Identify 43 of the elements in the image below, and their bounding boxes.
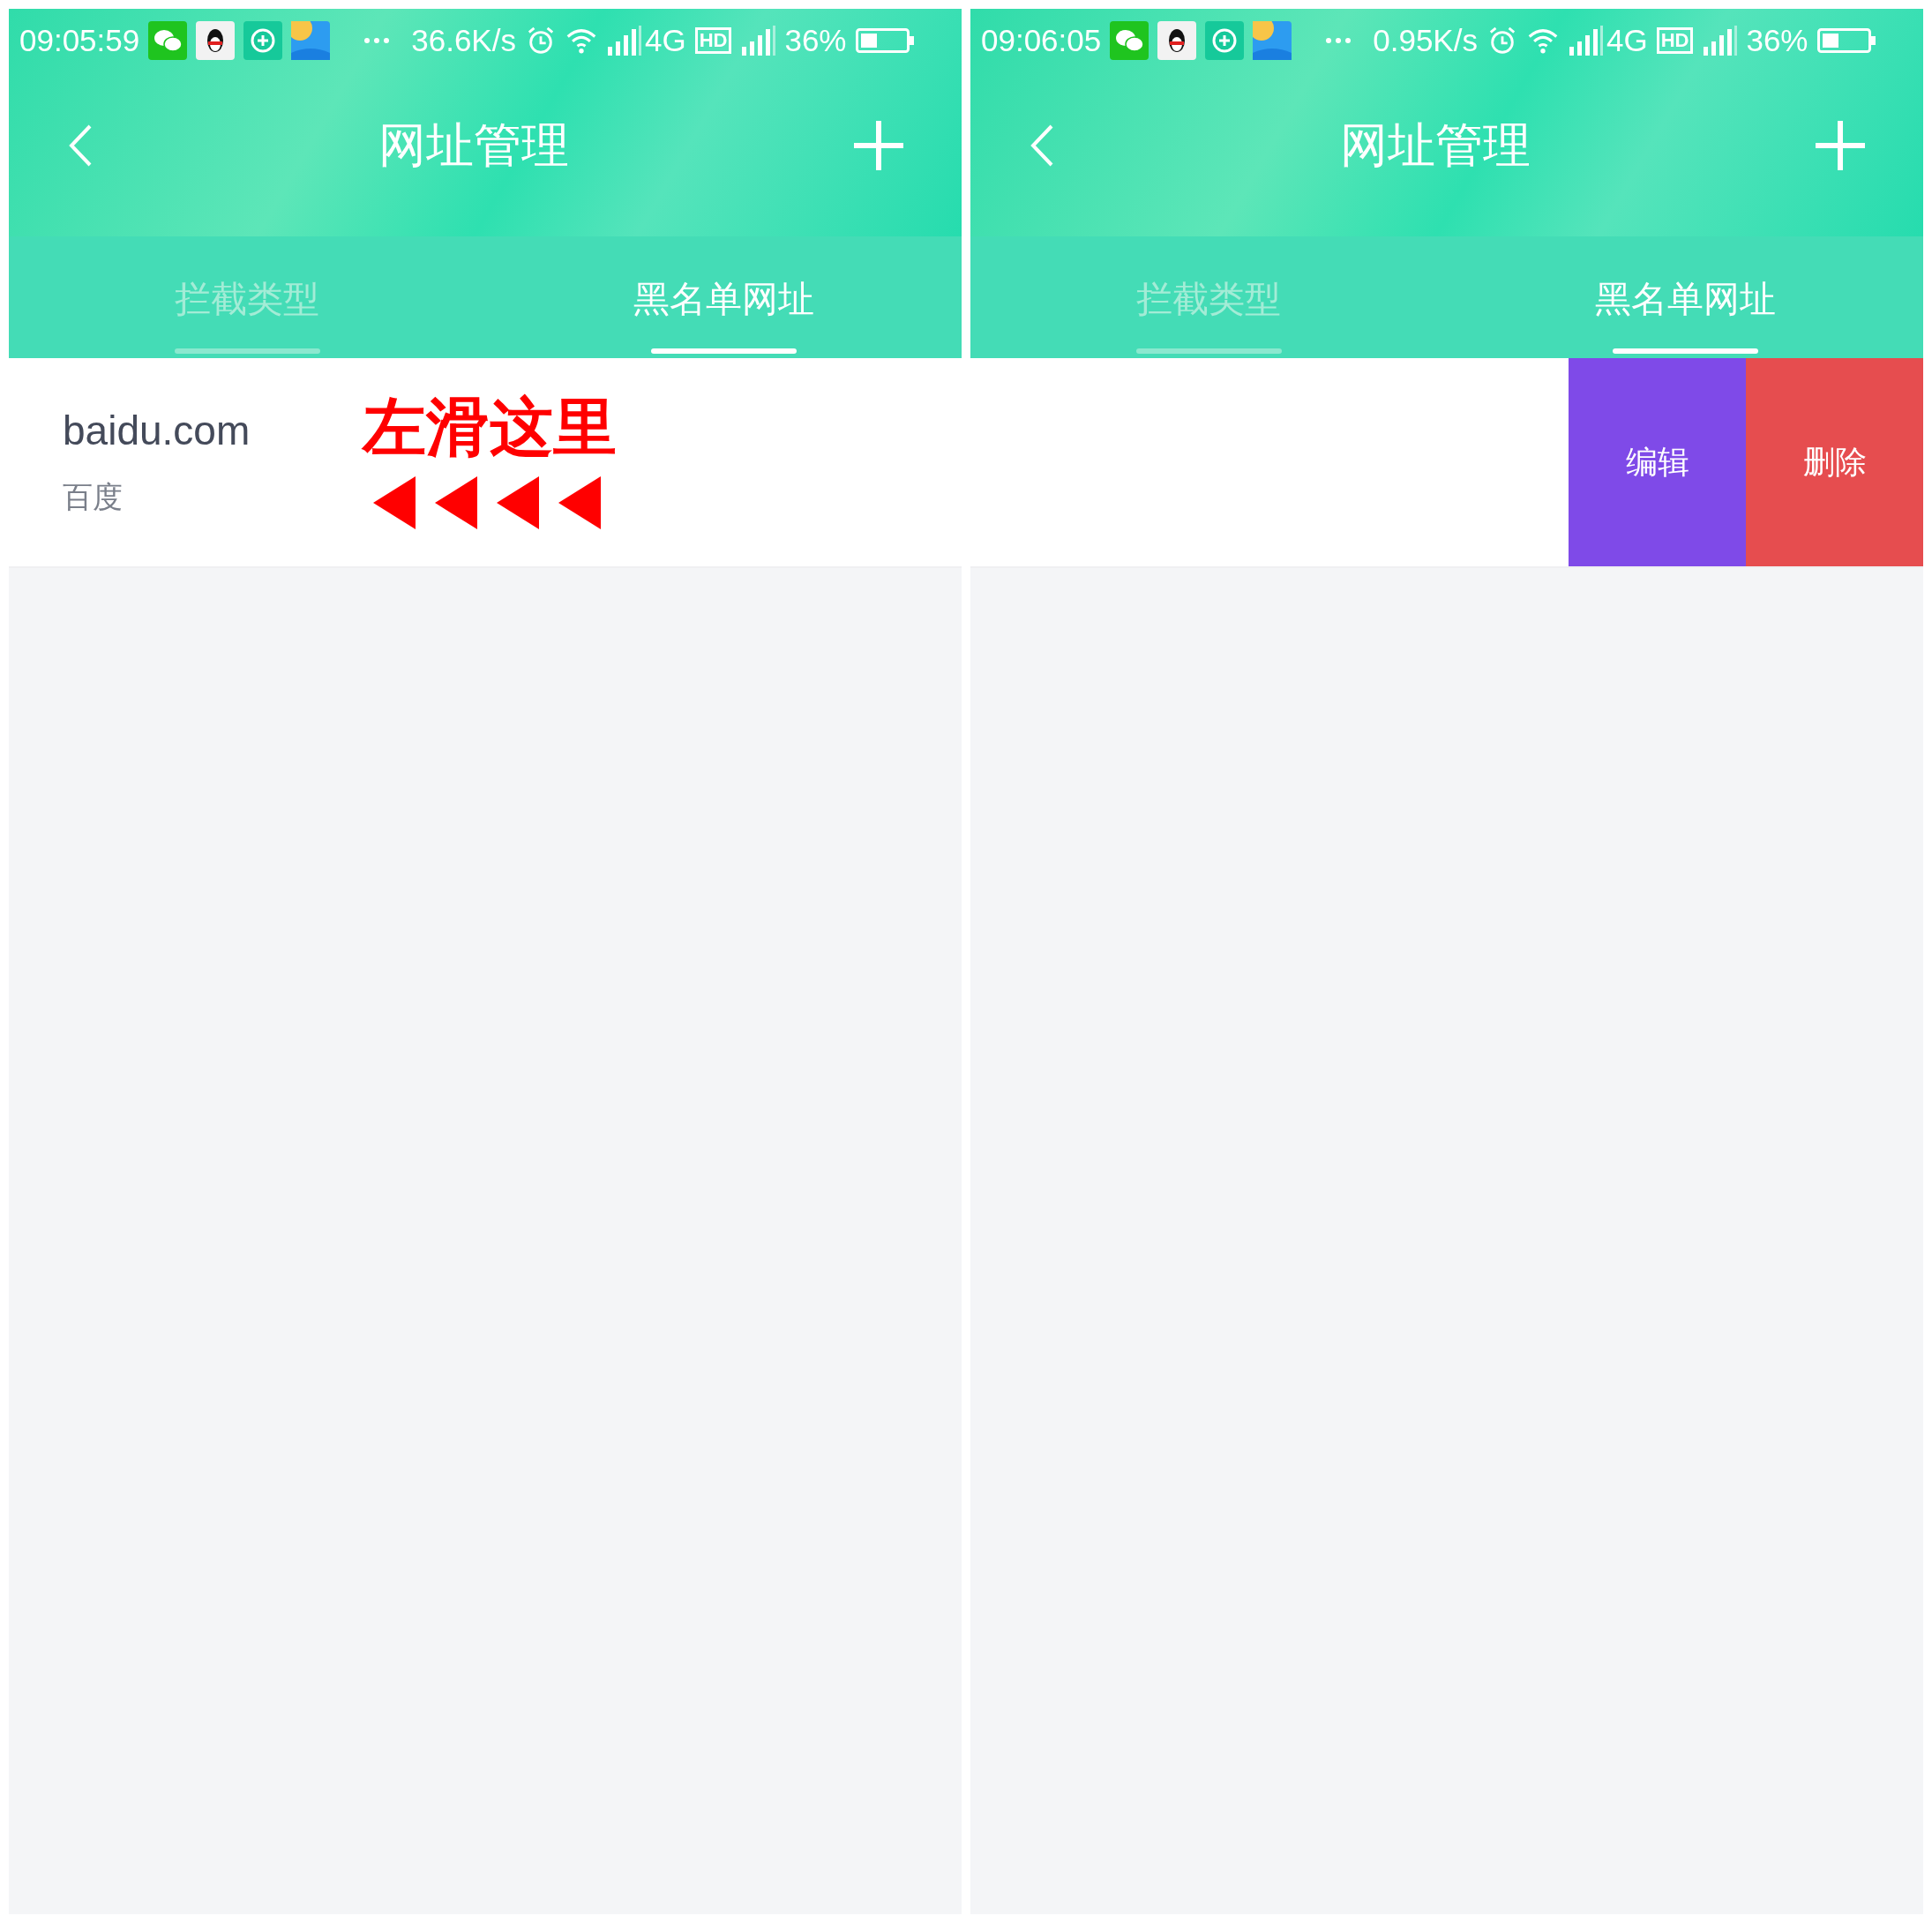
page-title: 网址管理 [378,116,569,175]
hd-badge: HD [694,27,732,54]
signal-icon [740,26,776,56]
penguin-app-icon [196,21,236,60]
hd-badge: HD [1656,27,1694,54]
list-row[interactable]: baidu.com 百度 左滑这里 [9,358,962,568]
add-icon[interactable] [1816,121,1865,170]
back-icon[interactable] [67,123,94,168]
edit-button[interactable]: 编辑 [1569,358,1746,566]
battery-icon [1816,28,1876,53]
status-time: 09:06:05 [981,23,1102,58]
battery-icon [855,28,914,53]
battery-percent: 36% [1746,23,1808,58]
plus-circle-app-icon [243,21,283,60]
add-icon[interactable] [854,121,903,170]
left-arrow-icon [435,476,477,529]
battery-percent: 36% [784,23,847,58]
list-row[interactable]: 编辑 删除 [970,358,1923,568]
plus-circle-app-icon [1205,21,1245,60]
chat-app-icon [148,21,188,60]
signal-icon [1567,26,1603,56]
signal-icon [1702,26,1738,56]
left-arrow-icon [558,476,601,529]
weather-app-icon [291,21,331,60]
penguin-app-icon [1157,21,1197,60]
delete-button[interactable]: 删除 [1746,358,1923,566]
page-title: 网址管理 [1340,116,1531,175]
network-type: 4G [1606,23,1648,58]
swipe-hint-text: 左滑这里 [363,395,617,459]
left-arrow-icon [497,476,539,529]
chat-app-icon [1110,21,1149,60]
back-icon[interactable] [1029,123,1055,168]
status-time: 09:05:59 [19,23,140,58]
more-icon [363,37,391,44]
more-icon [1325,37,1352,44]
weather-app-icon [1253,21,1292,60]
site-domain: baidu.com [63,407,251,454]
left-arrow-icon [373,476,416,529]
network-speed: 0.95K/s [1373,23,1478,58]
site-name: 百度 [63,478,124,516]
network-speed: 36.6K/s [411,23,516,58]
signal-icon [605,26,641,56]
network-type: 4G [644,23,686,58]
